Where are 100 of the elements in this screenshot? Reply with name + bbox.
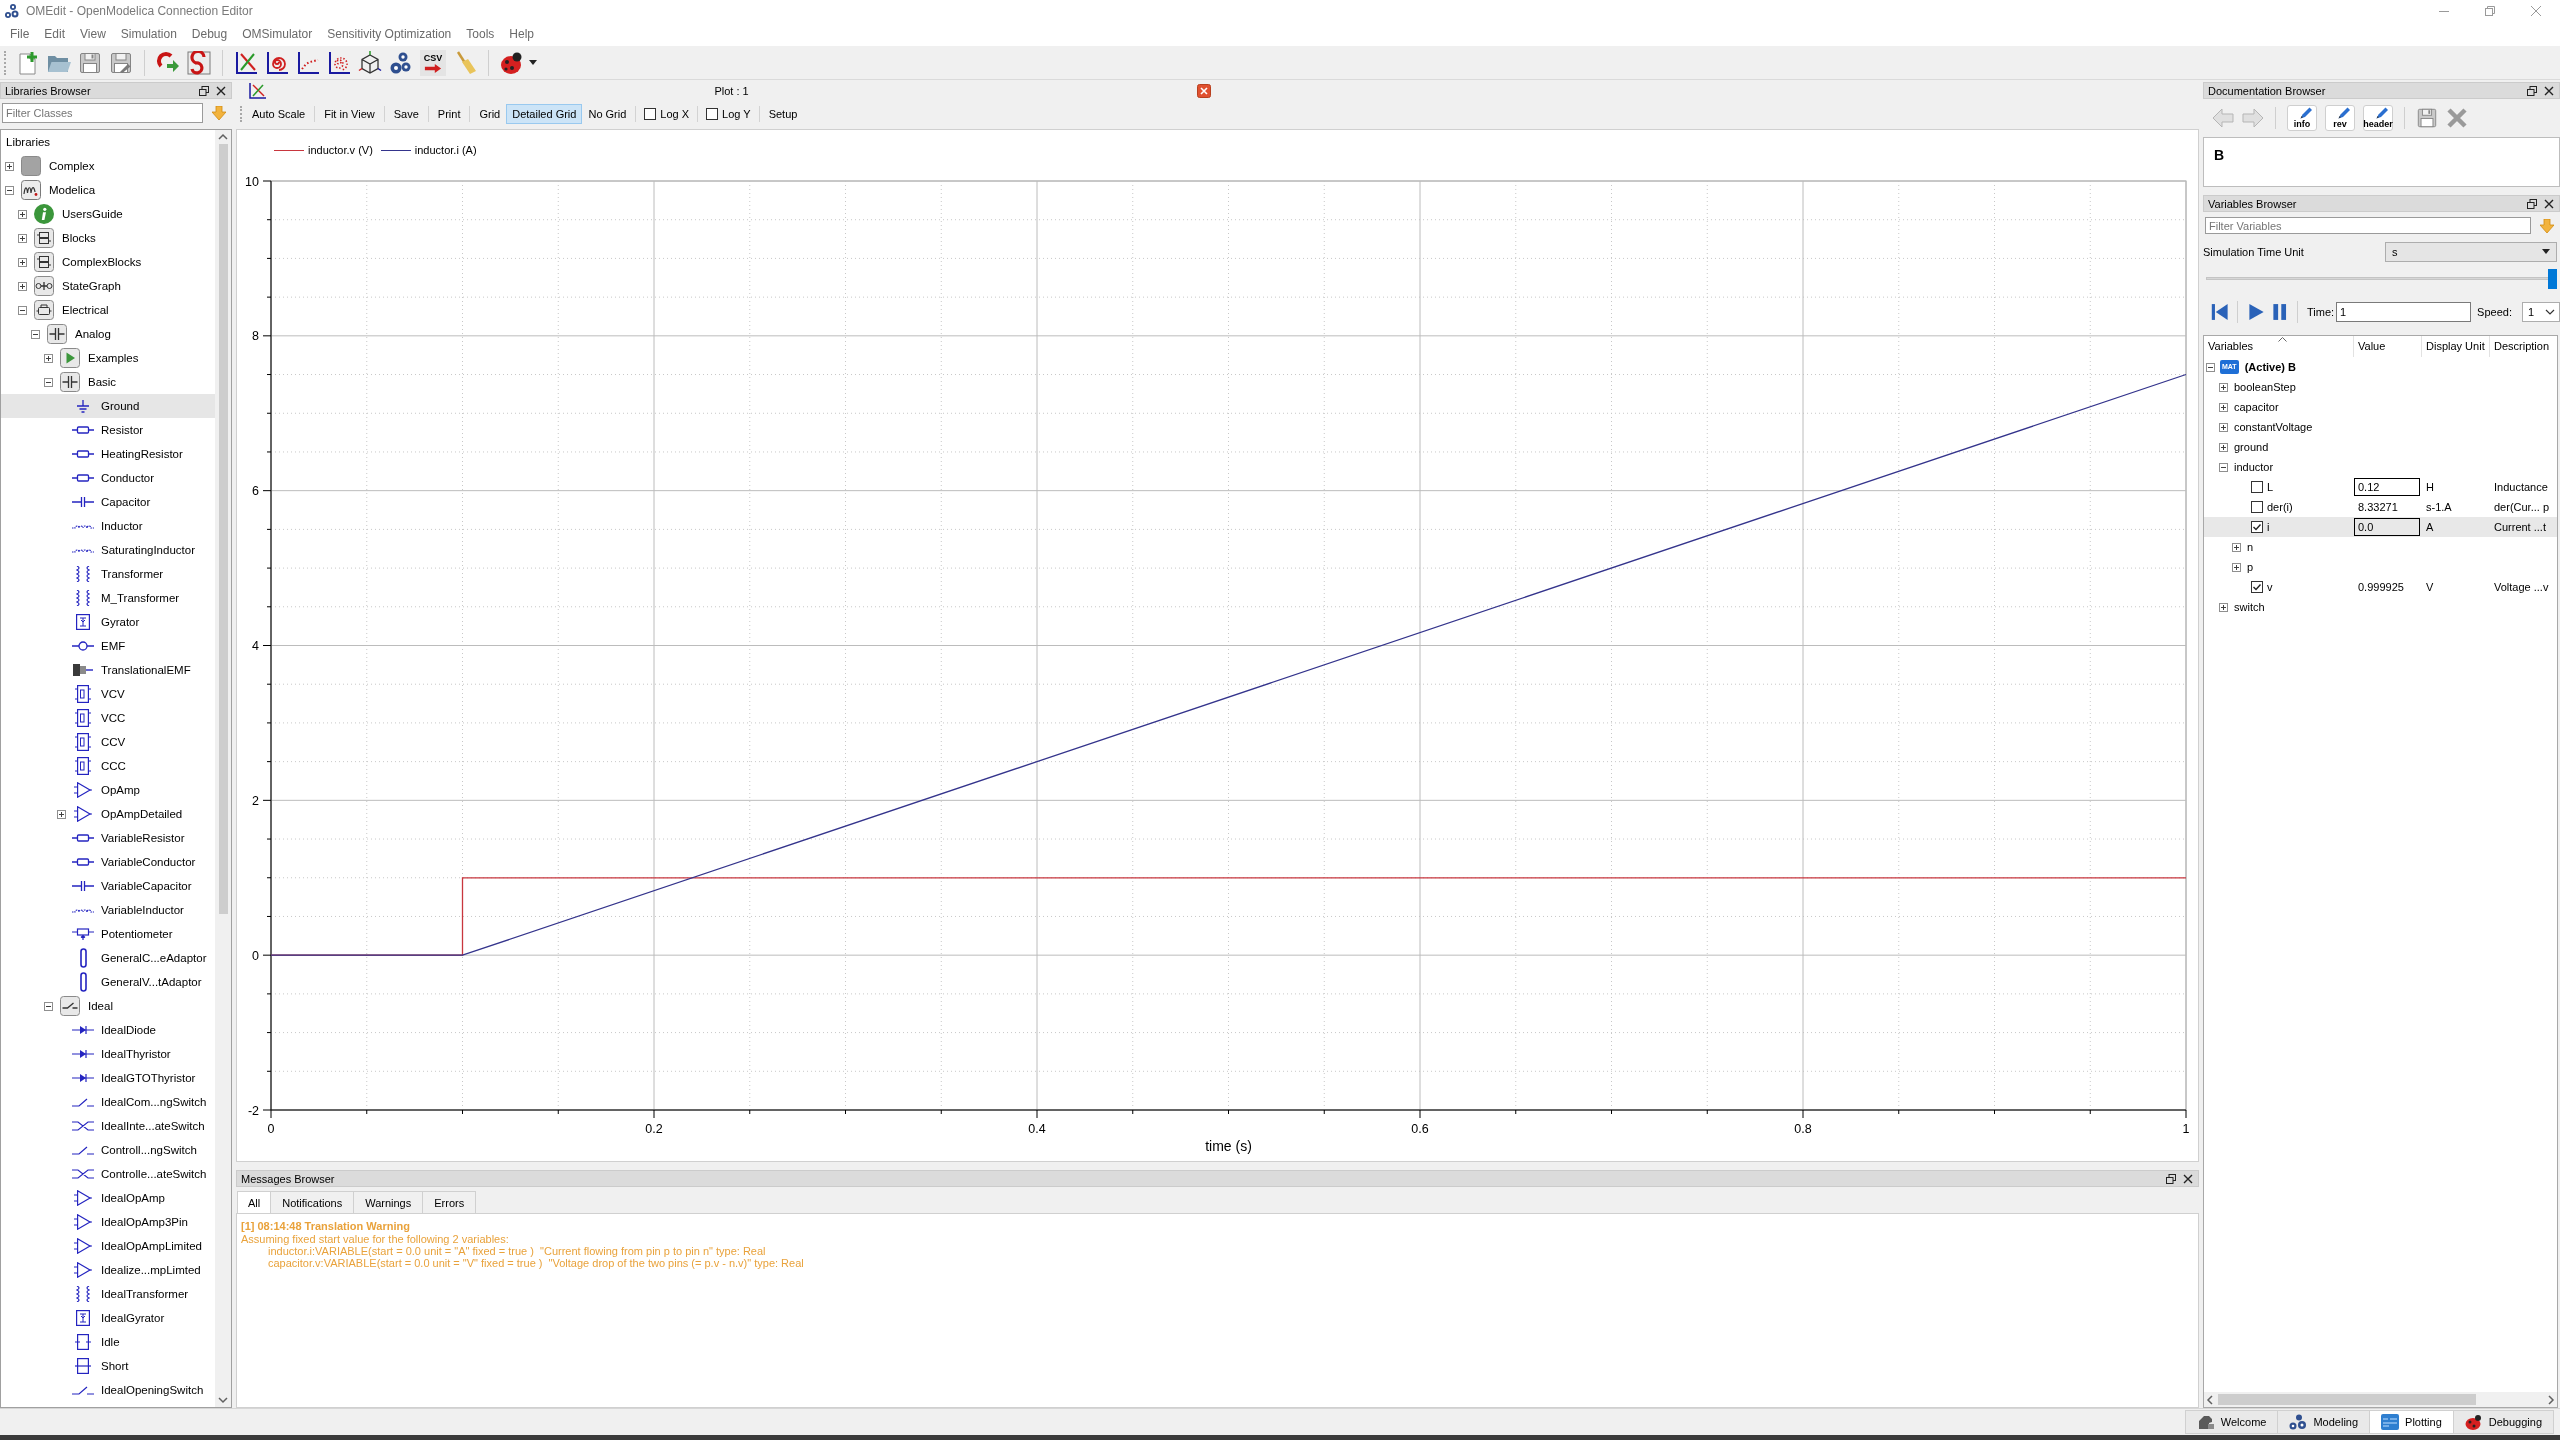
perspective-tab[interactable]: Modeling <box>2277 1410 2371 1434</box>
expand-icon[interactable] <box>2219 602 2228 612</box>
toolbar-button[interactable]: Detailed Grid <box>506 104 583 124</box>
tree-item[interactable]: Analog <box>1 322 215 346</box>
toolbar-button[interactable]: Setup <box>762 104 804 124</box>
checkbox[interactable] <box>2251 581 2263 593</box>
play-icon[interactable] <box>2247 301 2265 323</box>
checkbox[interactable] <box>2251 481 2263 493</box>
tree-item[interactable]: IdealOpAmpLimited <box>1 1234 215 1258</box>
collapse-icon[interactable] <box>44 1001 53 1011</box>
expand-icon[interactable] <box>2219 422 2228 432</box>
close-icon[interactable] <box>216 85 226 96</box>
sort-caret-icon[interactable] <box>2278 337 2287 342</box>
perspective-tab[interactable]: Welcome <box>2184 1410 2279 1434</box>
tree-item[interactable]: Idle <box>1 1330 215 1354</box>
float-icon[interactable] <box>199 85 209 96</box>
float-icon[interactable] <box>2166 1173 2176 1184</box>
tree-item[interactable]: Gyrator <box>1 610 215 634</box>
expand-icon[interactable] <box>2219 382 2228 392</box>
tree-item[interactable]: SaturatingInductor <box>1 538 215 562</box>
scrollbar[interactable] <box>2204 1392 2557 1407</box>
menu-item[interactable]: Debug <box>191 27 228 41</box>
menu-item[interactable]: View <box>80 27 106 41</box>
tree-item[interactable]: UsersGuide <box>1 202 215 226</box>
expand-icon[interactable] <box>44 353 53 363</box>
tree-item[interactable]: IdealOpAmp3Pin <box>1 1210 215 1234</box>
time-slider[interactable] <box>2206 269 2557 289</box>
toolbar-button[interactable]: Print <box>431 104 467 124</box>
save-icon[interactable] <box>78 50 102 75</box>
toolbar-button[interactable]: Fit in View <box>318 104 381 124</box>
float-icon[interactable] <box>2527 85 2537 96</box>
checkbox[interactable] <box>2251 521 2263 533</box>
tree-row[interactable]: booleanStep <box>2204 377 2557 397</box>
menu-item[interactable]: OMSimulator <box>242 27 313 41</box>
toolbar-handle[interactable] <box>4 50 6 75</box>
perspective-tab[interactable]: Debugging <box>2452 1410 2554 1434</box>
tree-item[interactable]: Examples <box>1 346 215 370</box>
tree-item[interactable]: Short <box>1 1354 215 1378</box>
time-field[interactable]: 1 <box>2336 302 2472 322</box>
tree-item[interactable]: Controll...ngSwitch <box>1 1138 215 1162</box>
collapse-icon[interactable] <box>44 377 53 387</box>
tree-item[interactable]: VariableCapacitor <box>1 874 215 898</box>
tree-row[interactable]: n <box>2204 537 2557 557</box>
tree-item[interactable]: IdealGTOThyristor <box>1 1066 215 1090</box>
collapse-icon[interactable] <box>31 329 40 339</box>
tree-item[interactable]: Conductor <box>1 466 215 490</box>
tree-item[interactable]: IdealInte...ateSwitch <box>1 1114 215 1138</box>
scroll-right-icon[interactable] <box>2545 1392 2557 1407</box>
scroll-thumb[interactable] <box>2218 1394 2476 1405</box>
tree-row[interactable]: der(i) 8.33271 s-1.A der(Cur... p <box>2204 497 2557 517</box>
collapse-icon[interactable] <box>2206 362 2215 372</box>
tree-item[interactable]: StateGraph <box>1 274 215 298</box>
close-icon[interactable] <box>1197 84 1211 98</box>
tree-item[interactable]: VCC <box>1 706 215 730</box>
expand-icon[interactable] <box>57 809 66 819</box>
tree-item[interactable]: Transformer <box>1 562 215 586</box>
tree-item[interactable]: Electrical <box>1 298 215 322</box>
save-icon[interactable] <box>2416 107 2438 129</box>
tree-item[interactable]: GeneralV...tAdaptor <box>1 970 215 994</box>
tree-item[interactable]: CCV <box>1 730 215 754</box>
tree-item[interactable]: Ground <box>1 394 215 418</box>
tree-item[interactable]: Potentiometer <box>1 922 215 946</box>
tree-row[interactable]: L 0.12 H Inductance <box>2204 477 2557 497</box>
dotted-spiral-plot-icon[interactable] <box>327 50 351 75</box>
circular-arrow-box-icon[interactable] <box>187 50 211 75</box>
expand-icon[interactable] <box>2219 402 2228 412</box>
tree-item[interactable]: TranslationalEMF <box>1 658 215 682</box>
checkbox-option[interactable]: Log X <box>639 108 695 120</box>
tree-item[interactable]: Capacitor <box>1 490 215 514</box>
close-icon[interactable] <box>2544 198 2554 209</box>
expand-icon[interactable] <box>2232 542 2241 552</box>
float-icon[interactable] <box>2527 198 2537 209</box>
pause-icon[interactable] <box>2270 301 2289 323</box>
tree-item[interactable]: IdealGyrator <box>1 1306 215 1330</box>
slider-thumb[interactable] <box>2548 269 2557 289</box>
perspective-tab[interactable]: Plotting <box>2369 1410 2454 1434</box>
collapse-icon[interactable] <box>5 185 14 195</box>
expand-icon[interactable] <box>18 257 27 267</box>
expand-icon[interactable] <box>2219 442 2228 452</box>
toolbar-button[interactable]: Save <box>387 104 425 124</box>
column-header[interactable]: Variables <box>2204 336 2354 357</box>
edit-button[interactable]: header <box>2363 105 2393 131</box>
scroll-left-icon[interactable] <box>2204 1392 2216 1407</box>
circular-arrow-icon[interactable] <box>156 50 180 75</box>
menu-item[interactable]: Tools <box>466 27 495 41</box>
tree-item[interactable]: IdealOpeningSwitch <box>1 1378 215 1402</box>
expand-icon[interactable] <box>18 209 27 219</box>
tree-item[interactable]: VariableConductor <box>1 850 215 874</box>
tree-item[interactable]: CCC <box>1 754 215 778</box>
tree-item[interactable]: Inductor <box>1 514 215 538</box>
tree-item[interactable]: ComplexBlocks <box>1 250 215 274</box>
tree-item[interactable]: Idealize...mpLimted <box>1 1258 215 1282</box>
expand-icon[interactable] <box>18 233 27 243</box>
time-unit-dropdown[interactable]: s <box>2385 241 2557 262</box>
speed-dropdown[interactable]: 1 <box>2522 302 2560 322</box>
checkbox[interactable] <box>706 108 719 120</box>
toolbar-button[interactable]: Auto Scale <box>246 104 312 124</box>
menu-item[interactable]: Edit <box>44 27 66 41</box>
expand-icon[interactable] <box>18 281 27 291</box>
tree-row[interactable]: ground <box>2204 437 2557 457</box>
